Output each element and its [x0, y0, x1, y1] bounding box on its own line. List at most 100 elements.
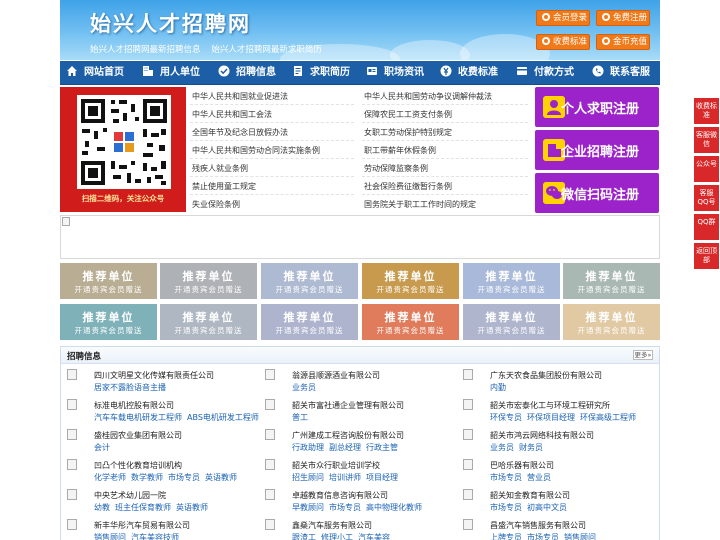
nav-contact[interactable]: 联系客服: [592, 61, 650, 85]
job-position-link[interactable]: 内勤: [490, 383, 506, 392]
job-position-link[interactable]: 汽车美容: [358, 533, 390, 540]
job-position-link[interactable]: 跟渣工: [292, 533, 316, 540]
company-logo[interactable]: [463, 519, 485, 540]
company-logo[interactable]: [265, 459, 287, 481]
job-position-link[interactable]: 会计: [94, 443, 110, 452]
company-logo[interactable]: [67, 369, 89, 391]
company-logo[interactable]: [265, 369, 287, 391]
sidebar-wechat-service[interactable]: 客服微信: [694, 127, 719, 153]
personal-register-button[interactable]: 个人求职注册: [535, 87, 659, 127]
recommended-tile[interactable]: 推荐单位 开通贵宾会员赠送: [60, 263, 157, 299]
nav-resumes[interactable]: 求职简历: [292, 61, 350, 85]
company-name[interactable]: 盛桂园农业集团有限公司: [94, 430, 182, 441]
sidebar-official-account[interactable]: 公众号: [694, 156, 719, 182]
job-position-link[interactable]: 财务员: [519, 443, 543, 452]
job-position-link[interactable]: 副总经理: [329, 443, 361, 452]
job-position-link[interactable]: 招生顾问: [292, 473, 324, 482]
recommended-tile[interactable]: 推荐单位 开通贵宾会员赠送: [563, 263, 660, 299]
nav-news[interactable]: 职场资讯: [366, 61, 424, 85]
company-name[interactable]: 标准电机控股有限公司: [94, 400, 174, 411]
recommended-tile[interactable]: 推荐单位 开通贵宾会员赠送: [60, 304, 157, 340]
law-link[interactable]: 中华人民共和国工会法: [192, 109, 272, 120]
law-link[interactable]: 国务院关于职工工作时间的规定: [364, 199, 476, 210]
recommended-tile[interactable]: 推荐单位 开通贵宾会员赠送: [160, 263, 257, 299]
company-logo[interactable]: [265, 399, 287, 421]
job-position-link[interactable]: 汽车车载电机研发工程师: [94, 413, 182, 422]
more-jobs-button[interactable]: 更多»: [633, 350, 653, 360]
law-link[interactable]: 禁止使用童工规定: [192, 181, 256, 192]
company-name[interactable]: 卓越教育信息咨询有限公司: [292, 490, 388, 501]
company-name[interactable]: 广州建成工程咨询股份有限公司: [292, 430, 404, 441]
job-position-link[interactable]: 销售顾问: [94, 533, 126, 540]
recommended-tile[interactable]: 推荐单位 开通贵宾会员赠送: [463, 263, 560, 299]
company-name[interactable]: 韶关市鸿云网络科技有限公司: [490, 430, 594, 441]
recommended-tile[interactable]: 推荐单位 开通贵宾会员赠送: [261, 263, 358, 299]
law-link[interactable]: 劳动保障监察条例: [364, 163, 428, 174]
nav-home[interactable]: 网站首页: [66, 61, 124, 85]
job-position-link[interactable]: 居家不露脸语音主播: [94, 383, 166, 392]
law-link[interactable]: 职工带薪年休假条例: [364, 145, 436, 156]
company-name[interactable]: 昌盛汽车销售服务有限公司: [490, 520, 586, 531]
job-position-link[interactable]: 班主任保育教师: [115, 503, 171, 512]
company-name[interactable]: 凹凸个性化教育培训机构: [94, 460, 182, 471]
recommended-tile[interactable]: 推荐单位 开通贵宾会员赠送: [362, 304, 459, 340]
sidebar-qq-service[interactable]: 客服QQ号: [694, 185, 719, 211]
job-position-link[interactable]: 数学教师: [131, 473, 163, 482]
latest-jobs-link[interactable]: 始兴人才招聘网最新招聘信息: [90, 45, 201, 55]
job-position-link[interactable]: 销售顾问: [564, 533, 596, 540]
latest-resumes-link[interactable]: 始兴人才招聘网最新求职简历: [211, 45, 322, 55]
company-logo[interactable]: [463, 429, 485, 451]
job-position-link[interactable]: 行政主管: [366, 443, 398, 452]
site-title[interactable]: 始兴人才招聘网: [90, 8, 251, 38]
recommended-tile[interactable]: 推荐单位 开通贵宾会员赠送: [563, 304, 660, 340]
company-name[interactable]: 韶关知金教育有限公司: [490, 490, 570, 501]
nav-pricing[interactable]: 收费标准: [440, 61, 498, 85]
company-name[interactable]: 新丰华彤汽车贸易有限公司: [94, 520, 190, 531]
recommended-tile[interactable]: 推荐单位 开通贵宾会员赠送: [160, 304, 257, 340]
company-name[interactable]: 韶关市富社通企业管理有限公司: [292, 400, 404, 411]
job-position-link[interactable]: 汽车美容技师: [131, 533, 179, 540]
company-logo[interactable]: [463, 369, 485, 391]
company-logo[interactable]: [67, 459, 89, 481]
company-logo[interactable]: [463, 489, 485, 511]
company-name[interactable]: 韶关市宏泰化工与环境工程研究所: [490, 400, 610, 411]
job-position-link[interactable]: 幼教: [94, 503, 110, 512]
banner-ad[interactable]: [60, 215, 660, 259]
company-logo[interactable]: [463, 459, 485, 481]
wechat-register-button[interactable]: 微信扫码注册: [535, 173, 659, 213]
company-name[interactable]: 翁源县顺源酒业有限公司: [292, 370, 380, 381]
company-logo[interactable]: [265, 429, 287, 451]
law-link[interactable]: 失业保险条例: [192, 199, 240, 210]
sidebar-qq-group[interactable]: QQ群: [694, 214, 719, 240]
law-link[interactable]: 女职工劳动保护特别规定: [364, 127, 452, 138]
job-position-link[interactable]: 早教顾问: [292, 503, 324, 512]
law-link[interactable]: 中华人民共和国劳动合同法实施条例: [192, 145, 320, 156]
job-position-link[interactable]: 市场专员: [490, 473, 522, 482]
login-button[interactable]: 会员登录: [536, 10, 590, 26]
recommended-tile[interactable]: 推荐单位 开通贵宾会员赠送: [362, 263, 459, 299]
company-name[interactable]: 韶关市众行职业培训学校: [292, 460, 380, 471]
job-position-link[interactable]: 化学老师: [94, 473, 126, 482]
job-position-link[interactable]: 高中物理化教师: [366, 503, 422, 512]
pricing-button[interactable]: 收费标准: [536, 34, 590, 50]
register-button[interactable]: 免费注册: [596, 10, 650, 26]
recommended-tile[interactable]: 推荐单位 开通贵宾会员赠送: [261, 304, 358, 340]
sidebar-pricing[interactable]: 收费标准: [694, 98, 719, 124]
job-position-link[interactable]: 业务员: [292, 383, 316, 392]
company-register-button[interactable]: 企业招聘注册: [535, 130, 659, 170]
recharge-button[interactable]: 金币充值: [596, 34, 650, 50]
company-name[interactable]: 广东天农食品集团股份有限公司: [490, 370, 602, 381]
company-logo[interactable]: [265, 519, 287, 540]
job-position-link[interactable]: 初高中文员: [527, 503, 567, 512]
job-position-link[interactable]: 市场专员: [329, 503, 361, 512]
job-position-link[interactable]: 业务员: [490, 443, 514, 452]
job-position-link[interactable]: 项目经理: [366, 473, 398, 482]
company-name[interactable]: 鑫燊汽车服务有限公司: [292, 520, 372, 531]
job-position-link[interactable]: 培训讲师: [329, 473, 361, 482]
job-position-link[interactable]: 市场专员: [490, 503, 522, 512]
job-position-link[interactable]: 上牌专员: [490, 533, 522, 540]
company-logo[interactable]: [67, 429, 89, 451]
nav-employers[interactable]: 用人单位: [142, 61, 200, 85]
law-link[interactable]: 保障农民工工资支付条例: [364, 109, 452, 120]
job-position-link[interactable]: 修理小工: [321, 533, 353, 540]
